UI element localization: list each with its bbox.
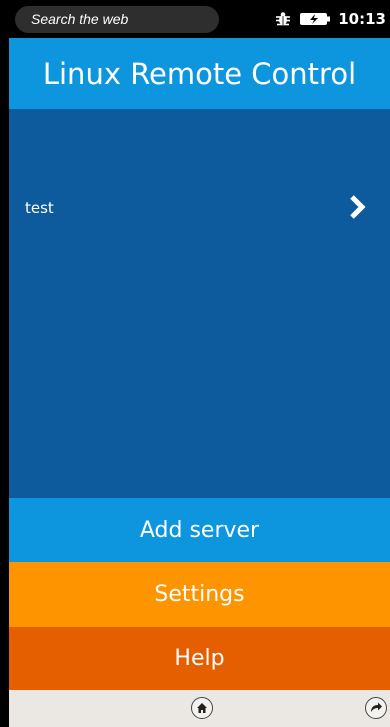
battery-charging-icon — [300, 13, 331, 25]
status-icons: 10:13 — [274, 8, 386, 30]
home-icon — [197, 703, 207, 713]
clock: 10:13 — [338, 10, 386, 28]
app-header: Linux Remote Control — [9, 38, 390, 109]
server-label: test — [25, 199, 54, 217]
settings-button[interactable]: Settings — [9, 562, 390, 627]
search-bar[interactable]: Search the web — [15, 6, 219, 33]
page-title: Linux Remote Control — [42, 56, 357, 91]
server-item-test[interactable]: test — [9, 181, 390, 237]
chevron-right-icon — [348, 194, 368, 224]
help-button[interactable]: Help — [9, 627, 390, 690]
search-placeholder: Search the web — [31, 11, 129, 27]
add-server-button[interactable]: Add server — [9, 498, 390, 562]
refresh-icon — [371, 702, 382, 712]
home-button[interactable] — [191, 697, 213, 719]
bug-icon — [274, 10, 292, 28]
system-nav-bar — [9, 690, 390, 727]
server-list: test — [9, 109, 390, 498]
refresh-button[interactable] — [365, 697, 387, 719]
status-bar: Search the web 10:13 — [9, 0, 390, 38]
app-screen: Search the web 10:13 Linux Remote Contro… — [9, 0, 390, 727]
